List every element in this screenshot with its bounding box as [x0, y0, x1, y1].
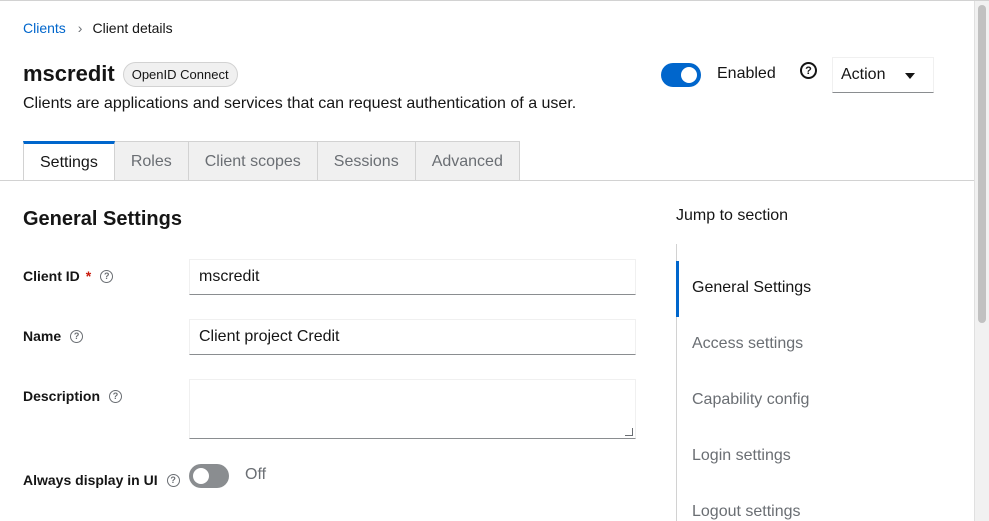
client-id-input[interactable]: mscredit [189, 259, 636, 295]
active-indicator [676, 261, 679, 317]
action-dropdown[interactable]: Action [832, 57, 934, 93]
protocol-badge: OpenID Connect [122, 61, 238, 87]
name-label-text: Name [23, 328, 62, 344]
enabled-label: Enabled [717, 65, 776, 82]
description-label: Description ? [23, 388, 123, 404]
enabled-toggle[interactable] [661, 63, 701, 87]
jump-general-settings[interactable]: General Settings [692, 279, 811, 297]
help-icon[interactable]: ? [800, 62, 817, 79]
chevron-right-icon: › [77, 20, 83, 36]
section-title: General Settings [23, 208, 182, 230]
tabs-divider [0, 180, 974, 181]
page-title: mscredit [23, 61, 115, 86]
help-icon[interactable]: ? [100, 269, 114, 283]
always-display-label: Always display in UI ? [23, 472, 180, 488]
tab-settings[interactable]: Settings [23, 141, 115, 181]
always-display-state: Off [245, 466, 267, 483]
caret-down-icon [905, 73, 915, 79]
name-input[interactable]: Client project Credit [189, 319, 636, 355]
always-display-toggle[interactable] [189, 464, 229, 488]
vertical-scrollbar[interactable] [974, 1, 989, 521]
jump-access-settings[interactable]: Access settings [692, 335, 803, 353]
breadcrumb-clients-link[interactable]: Clients [23, 20, 66, 36]
client-id-label-text: Client ID [23, 268, 80, 284]
toggle-knob [681, 67, 697, 83]
top-border [0, 0, 989, 1]
help-icon[interactable]: ? [70, 329, 84, 343]
page-title-row: mscredit OpenID Connect [23, 61, 238, 87]
required-marker: * [85, 268, 92, 284]
tab-advanced[interactable]: Advanced [415, 141, 520, 181]
scrollbar-thumb[interactable] [978, 5, 986, 323]
action-label: Action [841, 66, 886, 83]
breadcrumb: Clients › Client details [23, 20, 173, 36]
help-icon[interactable]: ? [166, 473, 180, 487]
tab-bar: Settings Roles Client scopes Sessions Ad… [23, 141, 520, 181]
tab-sessions[interactable]: Sessions [317, 141, 416, 181]
description-label-text: Description [23, 388, 101, 404]
tab-client-scopes[interactable]: Client scopes [188, 141, 318, 181]
name-label: Name ? [23, 328, 84, 344]
resize-handle-icon[interactable] [625, 428, 633, 436]
jump-capability-config[interactable]: Capability config [692, 391, 809, 409]
jump-to-section-title: Jump to section [676, 207, 789, 224]
page-description: Clients are applications and services th… [23, 95, 577, 112]
breadcrumb-current: Client details [92, 20, 173, 36]
jump-login-settings[interactable]: Login settings [692, 447, 791, 465]
client-id-label: Client ID * ? [23, 268, 114, 284]
always-display-label-text: Always display in UI [23, 472, 158, 488]
tab-roles[interactable]: Roles [114, 141, 189, 181]
jump-logout-settings[interactable]: Logout settings [692, 503, 801, 521]
help-icon[interactable]: ? [109, 389, 123, 403]
jump-to-section-nav: General Settings Access settings Capabil… [676, 244, 966, 521]
toggle-knob [193, 468, 209, 484]
description-textarea[interactable] [189, 379, 636, 439]
